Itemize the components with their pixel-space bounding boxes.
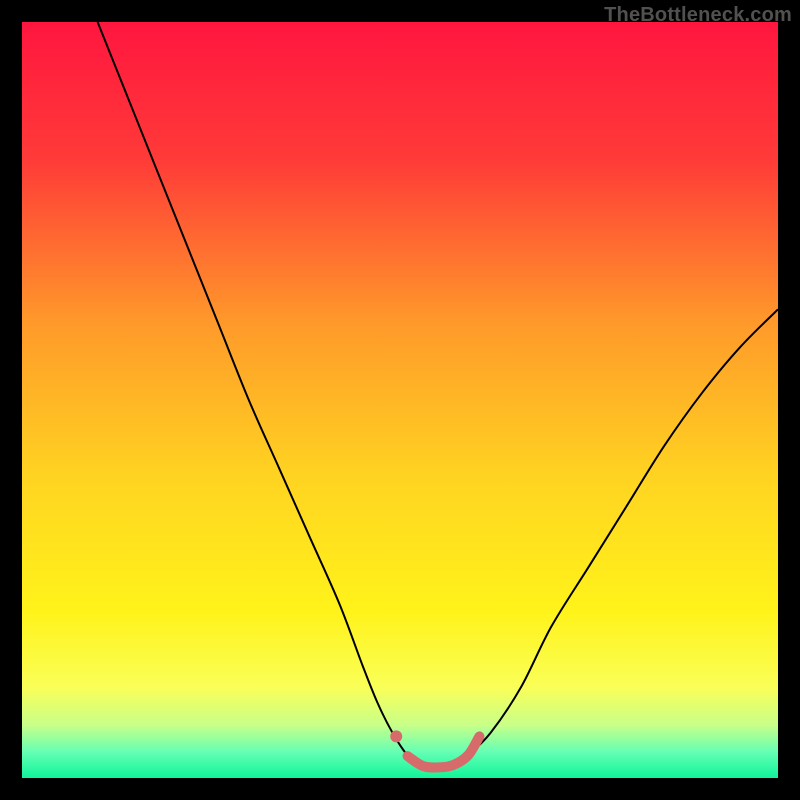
gradient-background — [22, 22, 778, 778]
attribution-text: TheBottleneck.com — [604, 4, 792, 27]
bottleneck-chart — [22, 22, 778, 778]
chart-plot-area — [22, 22, 778, 778]
optimal-point-marker — [390, 730, 402, 742]
chart-frame: TheBottleneck.com — [0, 0, 800, 800]
